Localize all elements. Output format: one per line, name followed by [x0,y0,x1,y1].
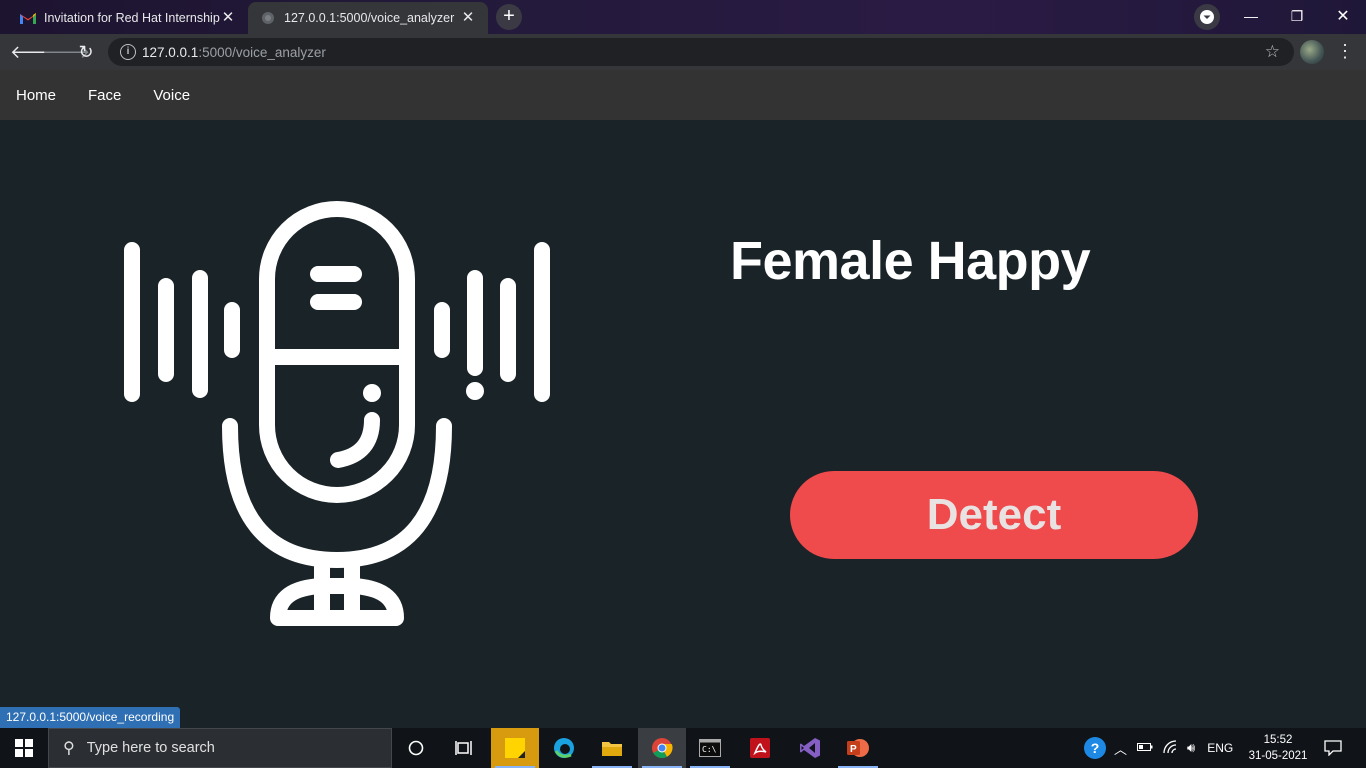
powerpoint-app[interactable]: P [834,728,882,768]
search-placeholder: Type here to search [86,740,215,756]
nav-voice-link[interactable]: Voice [153,87,190,104]
chevron-down-icon [1200,10,1214,24]
windows-taskbar: ⚲ Type here to search C:\ P ? ︿ 🔊︎ ENG 1… [0,728,1366,768]
menu-kebab-icon[interactable]: ⋮ [1336,40,1354,64]
back-button[interactable]: 🡐 [10,40,58,64]
help-icon[interactable]: ? [1084,737,1106,759]
svg-text:C:\: C:\ [702,745,717,754]
wifi-icon[interactable] [1163,739,1179,757]
acrobat-icon [750,738,770,758]
cortana-button[interactable] [392,728,440,768]
task-view-button[interactable] [440,728,488,768]
taskbar-search-box[interactable]: ⚲ Type here to search [48,728,392,768]
tab-voice-analyzer[interactable]: 127.0.0.1:5000/voice_analyzer ✕ [248,2,488,34]
gmail-icon [20,10,36,26]
chrome-app[interactable] [638,728,686,768]
sticky-notes-app[interactable] [491,728,539,768]
clock[interactable]: 15:52 31-05-2021 [1244,732,1312,764]
site-nav: Home Face Voice [0,70,1366,120]
browser-titlebar: Invitation for Red Hat Internship ✕ 127.… [0,0,1366,34]
notifications-button[interactable] [1310,728,1356,768]
globe-icon [260,10,276,26]
address-url: 127.0.0.1:5000/voice_analyzer [142,45,326,60]
volume-icon[interactable]: 🔊︎ [1187,740,1195,756]
emotion-result: Female Happy [730,231,1091,291]
reload-button[interactable]: ↻ [74,40,98,64]
search-icon: ⚲ [63,740,75,757]
tab-title: Invitation for Red Hat Internship [44,11,220,25]
clock-date: 31-05-2021 [1248,750,1308,762]
detect-button[interactable]: Detect [790,471,1198,559]
sticky-notes-icon [505,738,525,758]
windows-logo-icon [15,739,33,757]
terminal-app[interactable]: C:\ [686,728,734,768]
start-button[interactable] [0,728,48,768]
main-content: Female Happy Detect [0,120,1366,708]
close-tab-icon[interactable]: ✕ [460,10,476,26]
file-explorer-app[interactable] [588,728,636,768]
chevron-up-icon[interactable]: ︿ [1114,739,1127,758]
address-bar[interactable]: i 127.0.0.1:5000/voice_analyzer ☆ [108,38,1294,66]
visual-studio-app[interactable] [786,728,834,768]
restore-button[interactable]: ❐ [1274,0,1320,32]
browser-toolbar: 🡐 🡒 ↻ i 127.0.0.1:5000/voice_analyzer ☆ [0,34,1366,70]
edge-icon [554,738,574,758]
visual-studio-icon [800,738,820,758]
tab-gmail[interactable]: Invitation for Red Hat Internship ✕ [8,2,248,34]
cortana-icon [408,740,424,756]
new-tab-button[interactable]: + [496,4,522,30]
notification-icon [1324,740,1342,756]
tab-title: 127.0.0.1:5000/voice_analyzer [284,11,455,25]
powerpoint-icon: P [847,739,869,757]
task-view-icon [455,741,472,755]
system-tray: ? ︿ 🔊︎ ENG [1084,728,1233,768]
nav-face-link[interactable]: Face [88,87,121,104]
forward-button[interactable]: 🡒 [42,40,90,64]
battery-icon[interactable] [1137,741,1153,755]
bookmark-star-icon[interactable]: ☆ [1265,42,1280,62]
edge-app[interactable] [540,728,588,768]
nav-home-link[interactable]: Home [16,87,56,104]
tab-search-button[interactable] [1194,4,1220,30]
svg-text:P: P [850,744,857,755]
info-icon[interactable]: i [120,44,136,60]
url-host: 127.0.0.1 [142,44,199,60]
close-window-button[interactable]: ✕ [1320,0,1366,32]
chrome-icon [652,738,673,759]
language-indicator[interactable]: ENG [1207,741,1233,755]
terminal-icon: C:\ [699,739,721,757]
acrobat-app[interactable] [736,728,784,768]
minimize-button[interactable]: — [1228,0,1274,32]
url-path: :5000/voice_analyzer [198,44,326,60]
folder-icon [602,742,622,756]
microphone-icon [124,201,550,626]
close-tab-icon[interactable]: ✕ [220,10,236,26]
status-bubble: 127.0.0.1:5000/voice_recording [0,707,181,728]
clock-time: 15:52 [1263,734,1293,746]
profile-avatar[interactable] [1300,40,1324,64]
